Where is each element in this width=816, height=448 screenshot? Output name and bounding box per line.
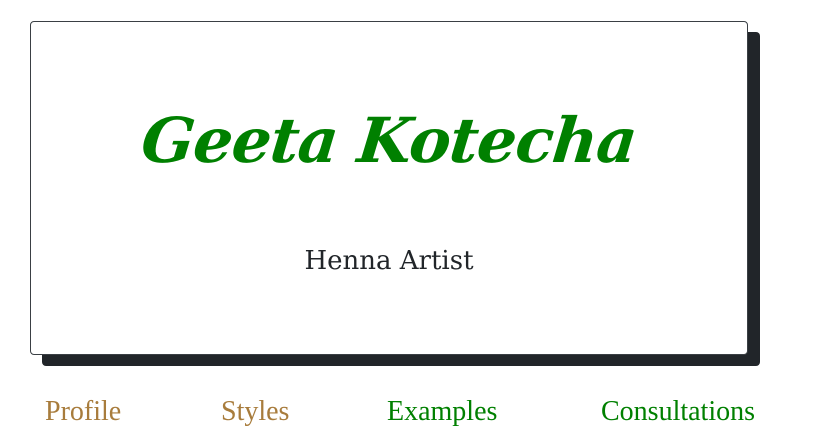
artist-role-subtitle: Henna Artist (304, 246, 474, 276)
main-nav: Profile Styles Examples Consultations (0, 392, 816, 436)
nav-link-examples[interactable]: Examples (387, 392, 497, 432)
nav-link-consultations[interactable]: Consultations (601, 392, 755, 432)
nav-link-styles[interactable]: Styles (221, 392, 289, 432)
artist-name-title: Geeta Kotecha (138, 104, 640, 177)
header-card: Geeta Kotecha Henna Artist (30, 21, 748, 355)
nav-link-profile[interactable]: Profile (45, 392, 121, 432)
